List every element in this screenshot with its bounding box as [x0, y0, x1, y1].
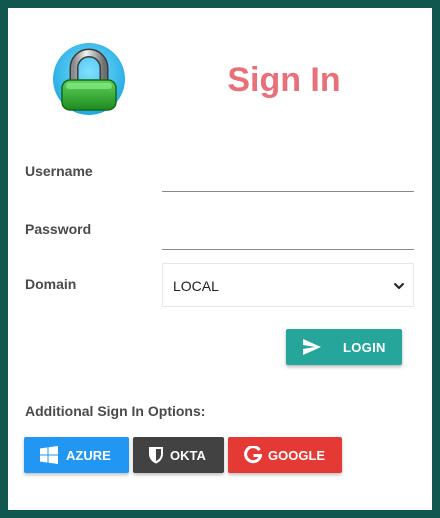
chevron-down-icon [393, 279, 405, 291]
domain-selected-value: LOCAL [173, 278, 219, 294]
page-title: Sign In [227, 61, 341, 99]
google-button-label: GOOGLE [268, 448, 326, 463]
username-input[interactable] [162, 168, 414, 192]
send-icon [302, 338, 322, 356]
username-label: Username [25, 163, 93, 179]
domain-label: Domain [25, 276, 77, 292]
windows-icon [40, 446, 58, 464]
azure-button-label: AZURE [66, 448, 111, 463]
azure-sign-in-button[interactable]: AZURE [24, 437, 129, 473]
okta-button-label: OKTA [170, 448, 206, 463]
login-button-label: LOGIN [343, 340, 386, 355]
login-button[interactable]: LOGIN [286, 329, 402, 365]
sign-in-card: Sign In Username Password Domain LOCAL L… [8, 8, 432, 510]
google-sign-in-button[interactable]: GOOGLE [228, 437, 342, 473]
domain-select[interactable]: LOCAL [162, 263, 414, 307]
shield-icon [147, 446, 165, 464]
google-icon [244, 445, 263, 464]
password-label: Password [25, 221, 92, 237]
password-input[interactable] [162, 226, 414, 250]
additional-options-label: Additional Sign In Options: [25, 403, 206, 419]
okta-sign-in-button[interactable]: OKTA [133, 437, 224, 473]
padlock-icon [52, 42, 126, 116]
